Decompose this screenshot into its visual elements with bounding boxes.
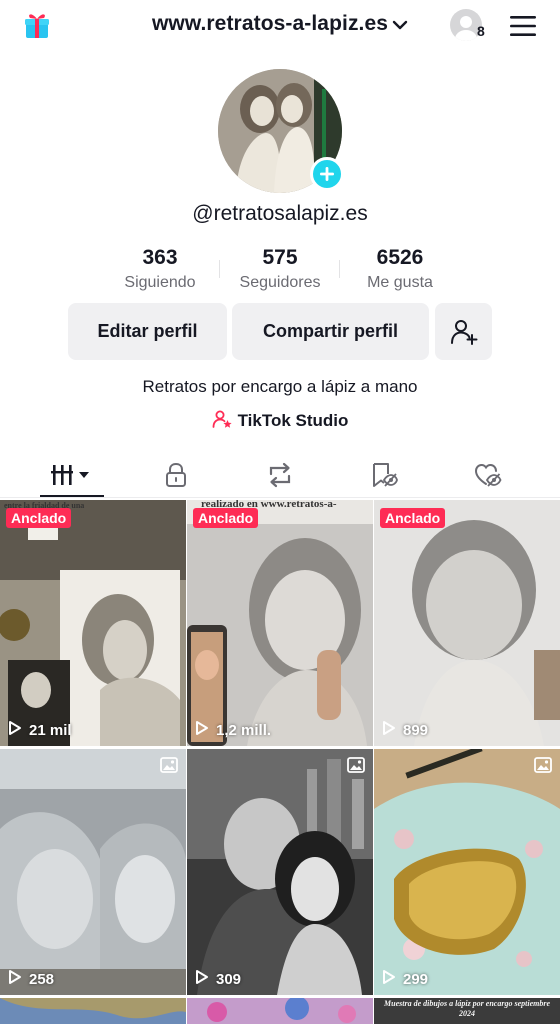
accounts-button[interactable]: 8: [450, 9, 490, 45]
stat-value: 363: [142, 246, 178, 269]
photo-carousel-icon: [347, 757, 365, 773]
videos-grid-icon: [51, 465, 89, 485]
video-thumbnail: [0, 749, 186, 995]
pinned-badge: Anclado: [6, 508, 72, 528]
video-thumbnail: [374, 500, 560, 746]
stat-value: 575: [262, 246, 298, 269]
view-count-value: 899: [403, 721, 429, 739]
play-icon: [195, 969, 209, 989]
video-tile[interactable]: entre la frialdad de una Anclado 21 mil: [0, 500, 186, 746]
tab-saved[interactable]: [354, 458, 414, 492]
profile-username: @retratosalapiz.es: [192, 202, 368, 225]
view-count: 309: [195, 969, 241, 989]
active-tab-indicator: [40, 495, 104, 497]
view-count: 299: [382, 969, 428, 989]
edit-profile-button[interactable]: Editar perfil: [68, 303, 227, 360]
stat-following[interactable]: 363 Siguiendo: [100, 246, 220, 296]
tab-private[interactable]: [146, 458, 206, 492]
add-friend-button[interactable]: [435, 303, 492, 360]
top-bar: www.retratos-a-lapiz.es 8: [0, 0, 560, 52]
photo-carousel-icon: [160, 757, 178, 773]
video-caption: Muestra de dibujos a lápiz por encargo s…: [384, 999, 551, 1018]
profile-avatar[interactable]: [218, 69, 344, 195]
video-tile[interactable]: 258: [0, 749, 186, 995]
repost-icon: [269, 462, 291, 488]
video-grid: entre la frialdad de una Anclado 21 mil …: [0, 500, 560, 1024]
video-thumbnail: [187, 998, 373, 1024]
chevron-down-icon: [392, 12, 408, 36]
view-count-value: 21 mil: [29, 721, 72, 739]
play-icon: [382, 969, 396, 989]
view-count-value: 309: [216, 970, 242, 988]
stat-label: Siguiendo: [124, 274, 196, 291]
video-tile[interactable]: 309: [187, 749, 373, 995]
video-tile[interactable]: realizado en www.retratos-a-lapiz.es Anc…: [187, 500, 373, 746]
view-count: 1,2 mill.: [195, 720, 271, 740]
content-tabs: [0, 452, 560, 498]
studio-label: TikTok Studio: [237, 410, 349, 430]
play-icon: [8, 969, 22, 989]
video-thumbnail: [187, 749, 373, 995]
stat-followers[interactable]: 575 Seguidores: [220, 246, 340, 296]
video-thumbnail: [187, 500, 373, 746]
studio-icon: [212, 409, 232, 434]
profile-bio: Retratos por encargo a lápiz a mano: [142, 377, 418, 396]
video-tile[interactable]: Anclado 899: [374, 500, 560, 746]
profile-stats: 363 Siguiendo 575 Seguidores 6526 Me gus…: [100, 246, 460, 296]
video-thumbnail: [0, 500, 186, 746]
view-count: 258: [8, 969, 54, 989]
tab-liked[interactable]: [458, 458, 518, 492]
pinned-badge: Anclado: [193, 508, 259, 528]
stat-value: 6526: [376, 246, 424, 269]
view-count-value: 1,2 mill.: [216, 721, 272, 739]
video-tile[interactable]: [0, 998, 186, 1024]
video-tile[interactable]: 299: [374, 749, 560, 995]
photo-carousel-icon: [534, 757, 552, 773]
stat-label: Me gusta: [367, 274, 433, 291]
view-count-value: 299: [403, 970, 429, 988]
add-avatar-button[interactable]: [310, 157, 344, 191]
video-tile[interactable]: [187, 998, 373, 1024]
add-user-icon: [450, 319, 477, 345]
play-icon: [382, 720, 396, 740]
plus-icon: [320, 167, 334, 181]
view-count: 899: [382, 720, 428, 740]
play-icon: [8, 720, 22, 740]
tab-reposts[interactable]: [250, 458, 310, 492]
tiktok-studio-link[interactable]: TikTok Studio: [0, 409, 560, 434]
stat-label: Seguidores: [239, 274, 321, 291]
play-icon: [195, 720, 209, 740]
saved-icon: [373, 463, 398, 487]
view-count: 21 mil: [8, 720, 72, 740]
pinned-badge: Anclado: [380, 508, 446, 528]
share-profile-button[interactable]: Compartir perfil: [232, 303, 429, 360]
video-thumbnail: [0, 998, 186, 1024]
account-name: www.retratos-a-lapiz.es: [151, 12, 389, 35]
tab-videos[interactable]: [42, 458, 102, 492]
liked-icon: [474, 463, 502, 487]
lock-icon: [166, 462, 186, 487]
stat-likes[interactable]: 6526 Me gusta: [340, 246, 460, 296]
account-count: 8: [477, 23, 485, 39]
view-count-value: 258: [29, 970, 55, 988]
video-thumbnail: [374, 749, 560, 995]
video-tile[interactable]: Muestra de dibujos a lápiz por encargo s…: [374, 998, 560, 1024]
hamburger-menu-icon[interactable]: [510, 15, 536, 37]
